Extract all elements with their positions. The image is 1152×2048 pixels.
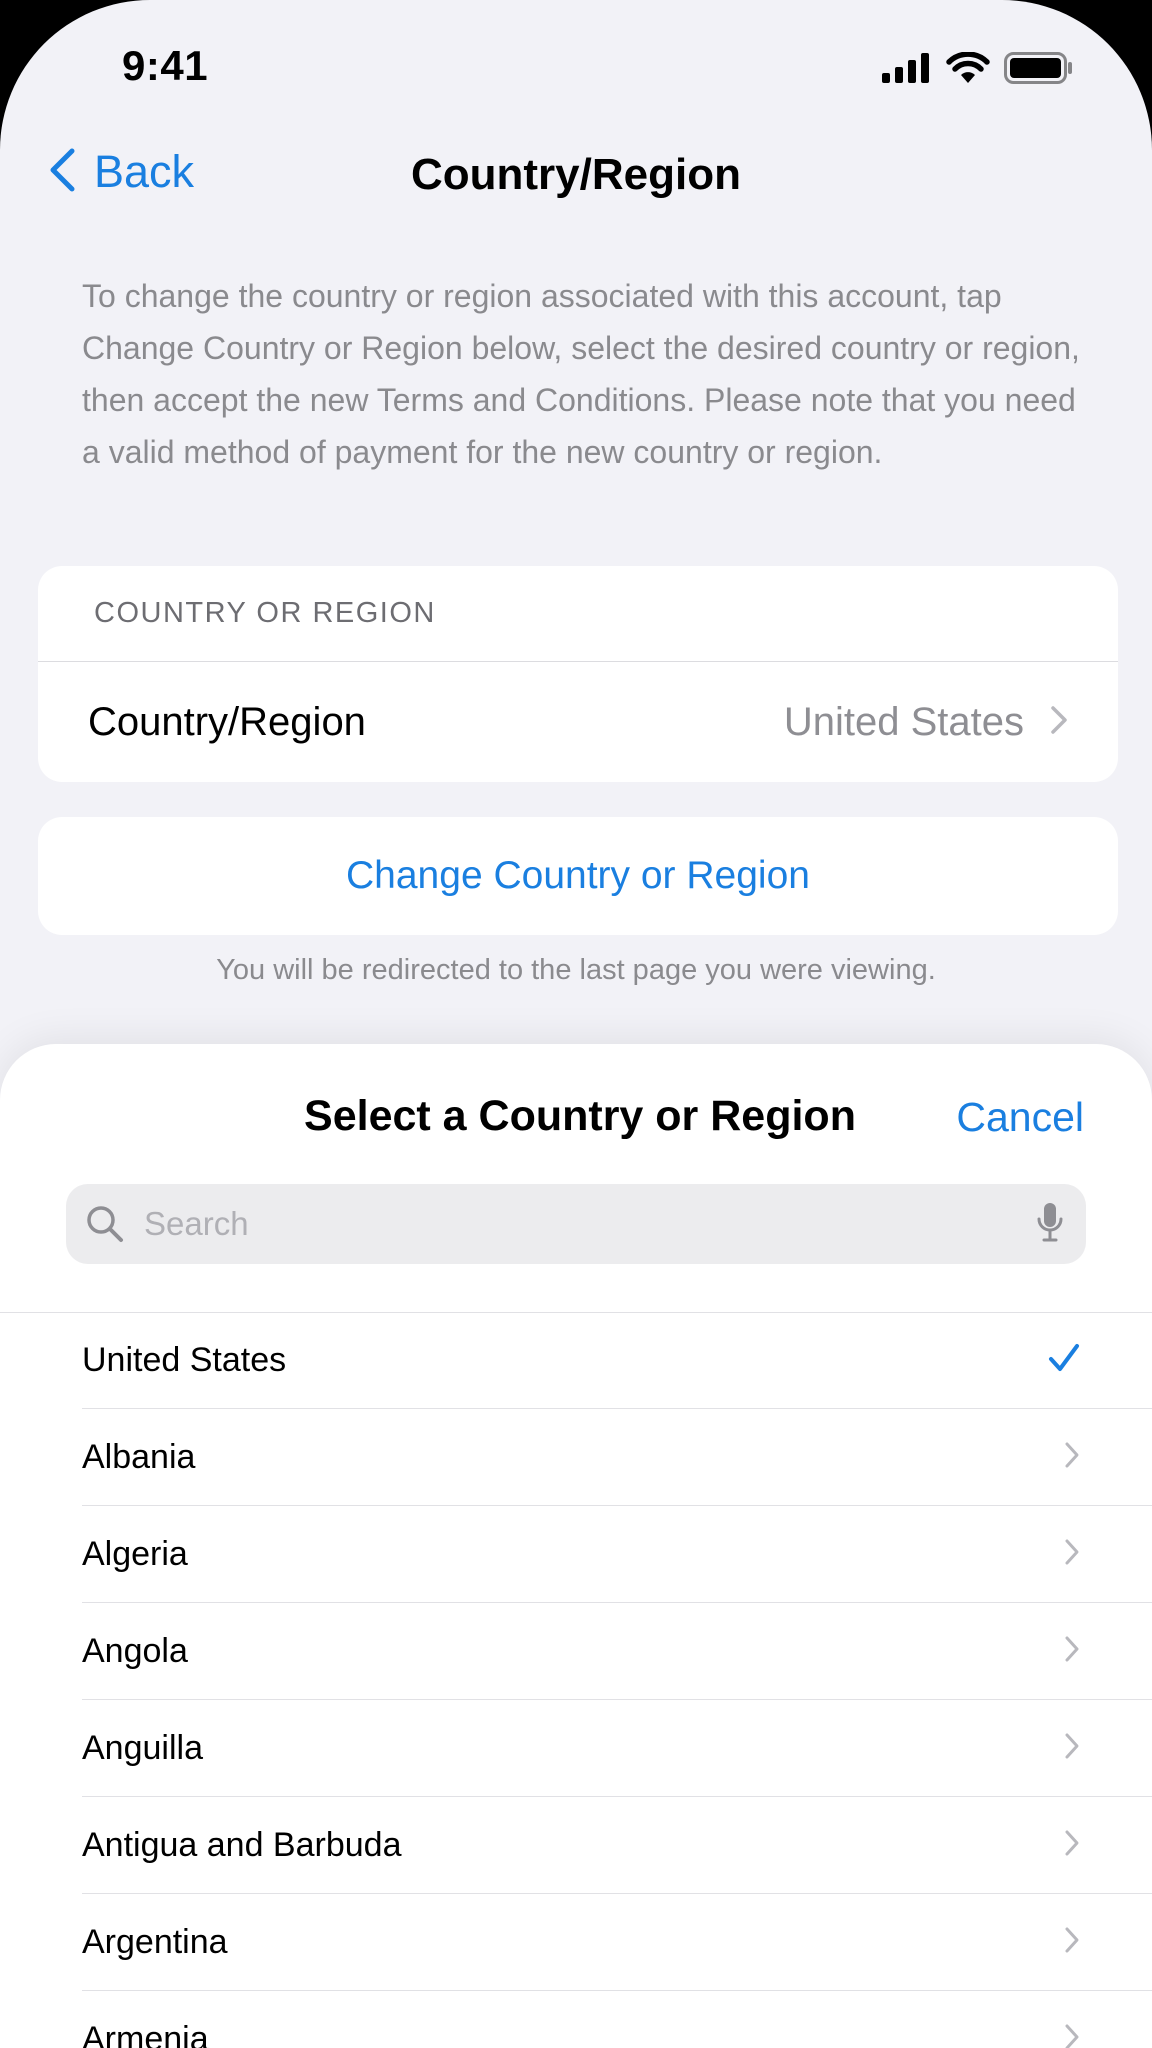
country-picker-sheet: Select a Country or Region Cancel Search… (0, 1044, 1152, 2048)
chevron-right-icon (1050, 705, 1068, 740)
change-button-card: Change Country or Region (38, 817, 1118, 935)
status-time: 9:41 (122, 42, 209, 89)
country-region-row[interactable]: Country/Region United States (38, 662, 1118, 782)
page-title: Country/Region (411, 150, 741, 199)
cancel-button[interactable]: Cancel (956, 1094, 1084, 1141)
list-item-label: Albania (82, 1438, 196, 1476)
list-item[interactable]: Anguilla (0, 1700, 1152, 1797)
search-bar[interactable] (66, 1184, 1086, 1264)
chevron-right-icon (1064, 1829, 1080, 1862)
chevron-right-icon (1064, 1732, 1080, 1765)
list-item-label: Armenia (82, 2020, 209, 2048)
list-item-label: Angola (82, 1632, 188, 1670)
list-item-label: United States (82, 1341, 287, 1379)
status-icons (882, 51, 1074, 89)
search-input[interactable] (130, 1194, 1036, 1254)
section-header: COUNTRY OR REGION (38, 566, 1118, 662)
chevron-right-icon (1064, 1926, 1080, 1959)
row-value: United States (783, 699, 1024, 744)
list-item-label: Argentina (82, 1923, 228, 1961)
list-item[interactable]: Antigua and Barbuda (0, 1797, 1152, 1894)
list-item-label: Anguilla (82, 1729, 203, 1767)
intro-text: To change the country or region associat… (82, 278, 1080, 470)
wifi-icon (946, 51, 990, 89)
list-item-label: Algeria (82, 1535, 188, 1573)
chevron-right-icon (1064, 1635, 1080, 1668)
signal-icon (882, 53, 932, 88)
footnote: You will be redirected to the last page … (216, 954, 936, 986)
row-label: Country/Region (88, 699, 366, 744)
microphone-icon[interactable] (1036, 1201, 1064, 1248)
country-section-card: COUNTRY OR REGION Country/Region United … (38, 566, 1118, 782)
battery-icon (1004, 52, 1074, 89)
list-item[interactable]: Argentina (0, 1894, 1152, 1991)
list-item[interactable]: Armenia (0, 1991, 1152, 2048)
row-value-group: United States (784, 700, 1068, 745)
checkmark-icon (1048, 1343, 1080, 1378)
list-item[interactable]: Algeria (0, 1506, 1152, 1603)
search-icon (80, 1199, 130, 1249)
list-item-label: Antigua and Barbuda (82, 1826, 402, 1864)
chevron-right-icon (1064, 1538, 1080, 1571)
chevron-right-icon (1064, 1441, 1080, 1474)
chevron-right-icon (1064, 2023, 1080, 2048)
screen: 9:41 Back Country/Region To change the c… (0, 0, 1152, 2048)
list-item[interactable]: Albania (0, 1409, 1152, 1506)
list-item[interactable]: Angola (0, 1603, 1152, 1700)
country-list: United States Albania Algeria Angola Ang… (0, 1312, 1152, 2048)
list-item-selected[interactable]: United States (0, 1312, 1152, 1409)
change-country-button[interactable]: Change Country or Region (38, 817, 1118, 935)
